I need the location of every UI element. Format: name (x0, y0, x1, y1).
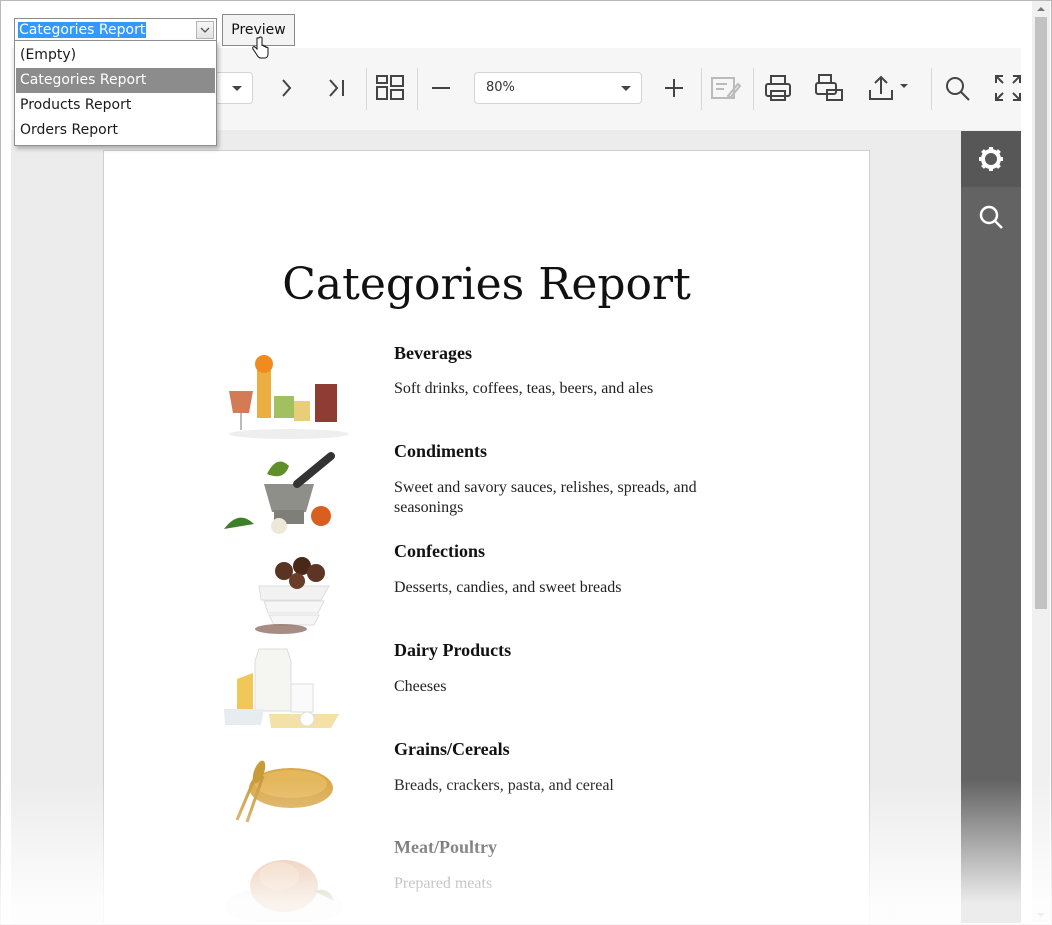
scrollbar-thumb[interactable] (1035, 17, 1047, 609)
report-select[interactable]: Categories Report (14, 18, 217, 42)
category-name: Confections (394, 541, 485, 561)
zoom-in-icon[interactable] (656, 70, 692, 106)
properties-tab[interactable] (961, 131, 1021, 187)
edit-fields-icon[interactable] (707, 70, 743, 106)
viewer-sidebar (961, 131, 1021, 923)
print-icon[interactable] (760, 70, 796, 106)
gear-icon (979, 147, 1003, 171)
category-description: Desserts, candies, and sweet breads (394, 579, 622, 596)
chevron-down-icon (232, 86, 242, 91)
category-name: Beverages (394, 343, 472, 363)
multipage-icon[interactable] (372, 70, 408, 106)
scroll-down-icon[interactable] (1037, 913, 1045, 917)
list-item[interactable]: (Empty) (16, 43, 215, 68)
print-page-icon[interactable] (811, 70, 847, 106)
category-description: Prepared meats (394, 875, 493, 892)
category-name: Grains/Cereals (394, 739, 510, 759)
list-item[interactable]: Products Report (16, 93, 215, 118)
export-icon[interactable] (864, 70, 914, 106)
category-description: Sweet and savory sauces, relishes, sprea… (394, 479, 697, 516)
category-name: Meat/Poultry (394, 837, 497, 857)
document-viewer: 80% Categories Report Beverages Soft dri… (11, 48, 1021, 923)
category-description: Soft drinks, coffees, teas, beers, and a… (394, 380, 654, 397)
report-page: Categories Report Beverages Soft drinks,… (103, 150, 870, 923)
chevron-down-icon (621, 86, 631, 91)
condiments-image (224, 452, 335, 534)
list-item[interactable]: Orders Report (16, 118, 215, 143)
search-icon[interactable] (976, 202, 1006, 232)
category-name: Dairy Products (394, 640, 512, 660)
dairy-products-image (224, 648, 339, 728)
chevron-down-icon[interactable] (196, 21, 214, 39)
category-description: Breads, crackers, pasta, and cereal (394, 777, 614, 794)
zoom-out-icon[interactable] (423, 70, 459, 106)
meat-poultry-image (224, 860, 344, 923)
scroll-up-icon[interactable] (1037, 7, 1045, 11)
category-description: Cheeses (394, 678, 447, 695)
zoom-value: 80% (486, 80, 515, 95)
hand-cursor-icon (252, 36, 269, 59)
beverages-image (229, 355, 349, 439)
report-title: Categories Report (282, 259, 691, 310)
fullscreen-icon[interactable] (990, 70, 1021, 106)
list-item-selected[interactable]: Categories Report (16, 68, 215, 93)
category-name: Condiments (394, 441, 488, 461)
confections-image (255, 557, 330, 634)
grains-cereals-image (235, 760, 333, 823)
search-icon[interactable] (939, 70, 975, 106)
zoom-select[interactable]: 80% (474, 72, 642, 104)
last-page-icon[interactable] (319, 70, 355, 106)
next-page-icon[interactable] (268, 70, 304, 106)
report-select-value: Categories Report (18, 22, 147, 38)
vertical-scrollbar[interactable] (1032, 1, 1050, 923)
report-dropdown-list[interactable]: (Empty) Categories Report Products Repor… (14, 40, 217, 146)
